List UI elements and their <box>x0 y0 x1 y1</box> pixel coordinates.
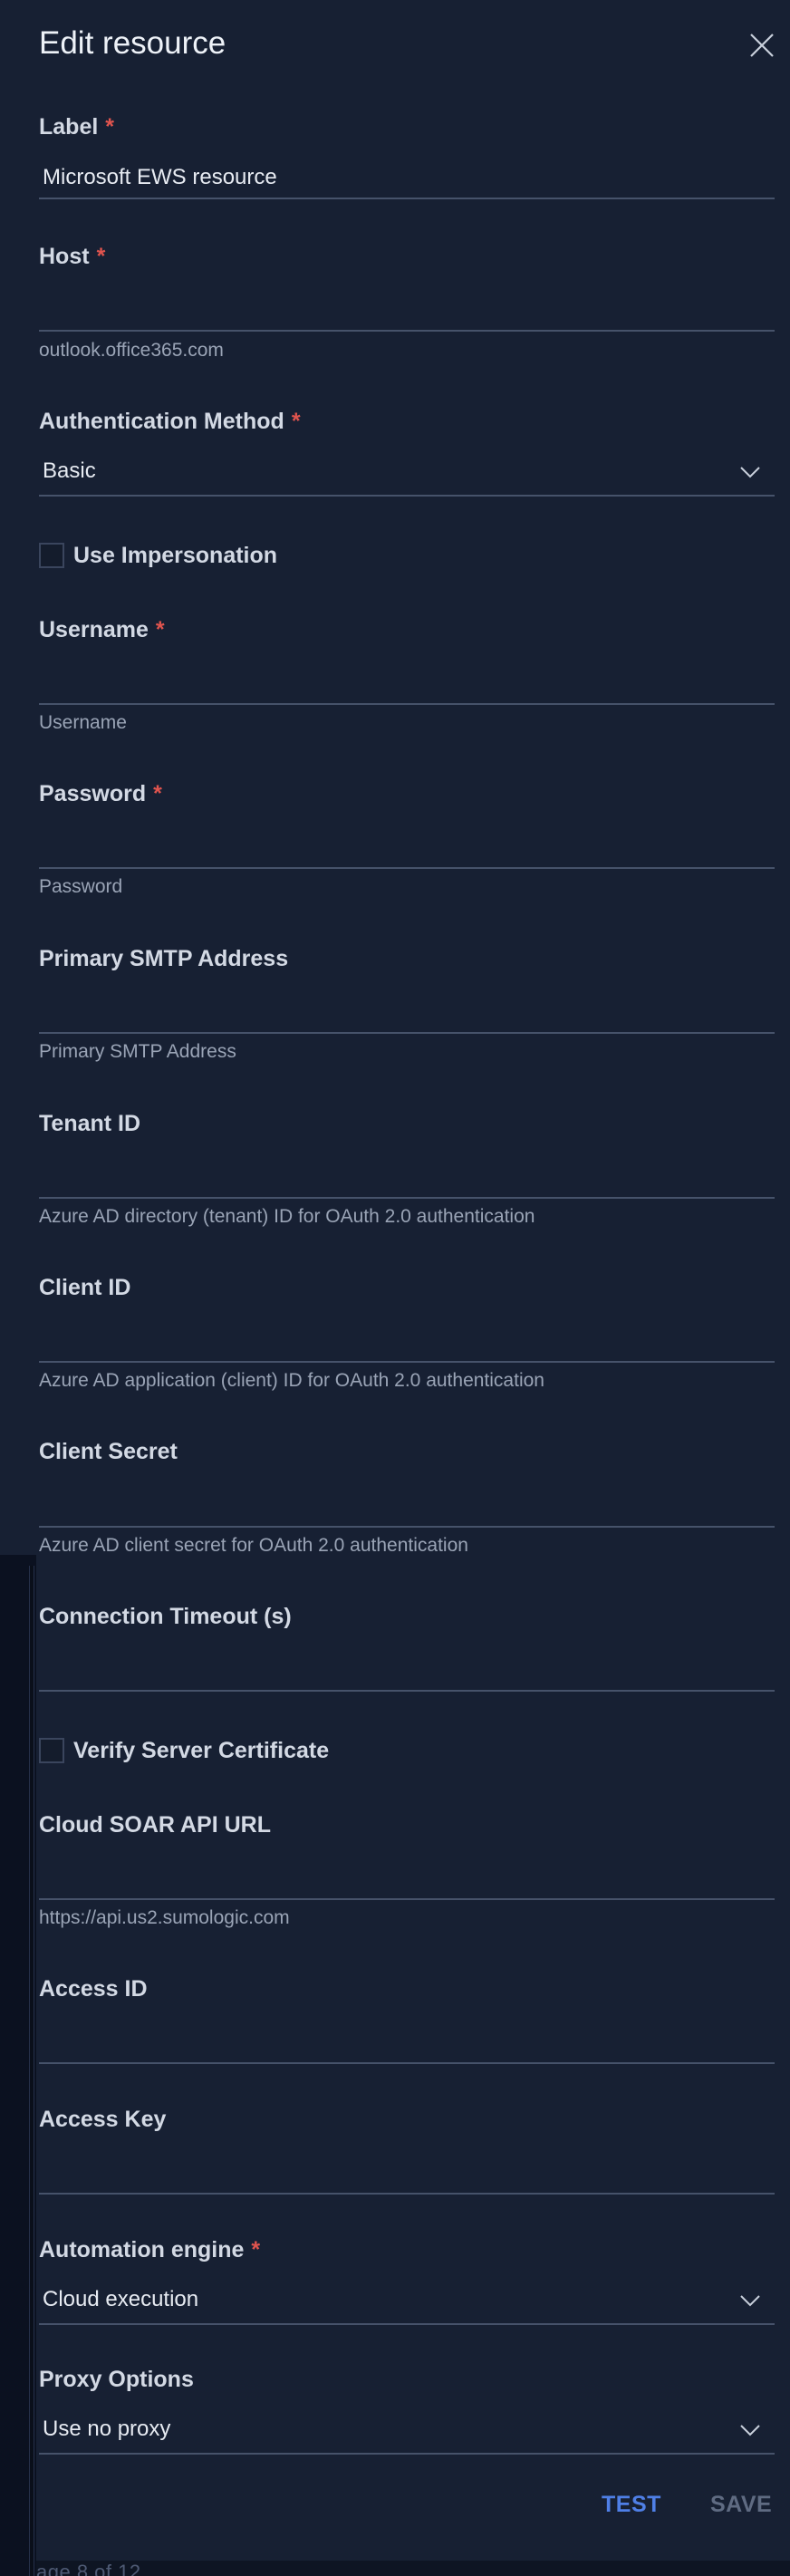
connection-timeout-field-label: Connection Timeout (s) <box>39 1604 292 1629</box>
client-id-help-text: Azure AD application (client) ID for OAu… <box>39 1370 544 1391</box>
save-button[interactable]: SAVE <box>710 2492 772 2518</box>
client-secret-field-label: Client Secret <box>39 1439 178 1464</box>
username-help-text: Username <box>39 712 127 733</box>
password-input[interactable] <box>39 827 775 869</box>
chevron-down-icon <box>740 2425 760 2436</box>
host-field-label: Host * <box>39 244 105 270</box>
proxy-options-value: Use no proxy <box>43 2417 171 2441</box>
auth-method-select[interactable]: Basic <box>39 453 775 497</box>
required-mark: * <box>251 2237 261 2262</box>
connection-timeout-input[interactable] <box>39 1650 775 1692</box>
chevron-down-icon <box>740 2295 760 2307</box>
primary-smtp-field-label: Primary SMTP Address <box>39 946 289 971</box>
test-button[interactable]: TEST <box>602 2492 661 2518</box>
username-label-text: Username <box>39 617 149 642</box>
verify-cert-label: Verify Server Certificate <box>73 1737 330 1763</box>
label-field-label: Label * <box>39 114 114 140</box>
username-input[interactable] <box>39 663 775 705</box>
proxy-options-select[interactable]: Use no proxy <box>39 2411 775 2455</box>
chevron-down-icon <box>740 467 760 478</box>
required-mark: * <box>291 409 301 434</box>
host-input[interactable] <box>39 290 775 332</box>
primary-smtp-help-text: Primary SMTP Address <box>39 1041 236 1062</box>
cloud-soar-url-input[interactable] <box>39 1858 775 1900</box>
host-field-label-text: Host <box>39 244 90 269</box>
access-key-field-label: Access Key <box>39 2107 167 2132</box>
required-mark: * <box>155 617 165 642</box>
client-secret-input[interactable] <box>39 1486 775 1528</box>
primary-smtp-input[interactable] <box>39 992 775 1034</box>
access-id-field-label: Access ID <box>39 1976 148 2002</box>
use-impersonation-checkbox-row[interactable]: Use Impersonation <box>39 541 277 570</box>
auth-method-field-label: Authentication Method * <box>39 409 301 435</box>
background-scrollbar <box>29 1566 34 2576</box>
password-help-text: Password <box>39 876 123 897</box>
auth-method-label-text: Authentication Method <box>39 409 284 434</box>
automation-engine-value: Cloud execution <box>43 2287 199 2311</box>
required-mark: * <box>96 244 106 269</box>
automation-engine-field-label: Automation engine * <box>39 2237 260 2263</box>
host-help-text: outlook.office365.com <box>39 340 224 361</box>
cloud-soar-url-field-label: Cloud SOAR API URL <box>39 1812 272 1838</box>
cloud-soar-url-help-text: https://api.us2.sumologic.com <box>39 1907 290 1928</box>
label-field-label-text: Label <box>39 114 99 140</box>
automation-engine-select[interactable]: Cloud execution <box>39 2282 775 2325</box>
required-mark: * <box>105 114 115 140</box>
required-mark: * <box>153 781 162 806</box>
tenant-id-help-text: Azure AD directory (tenant) ID for OAuth… <box>39 1206 535 1227</box>
client-secret-help-text: Azure AD client secret for OAuth 2.0 aut… <box>39 1535 468 1556</box>
automation-engine-label-text: Automation engine <box>39 2237 245 2262</box>
password-label-text: Password <box>39 781 147 806</box>
access-id-input[interactable] <box>39 2022 775 2064</box>
verify-cert-checkbox[interactable] <box>39 1738 64 1763</box>
client-id-input[interactable] <box>39 1321 775 1363</box>
access-key-input[interactable] <box>39 2153 775 2195</box>
username-field-label: Username * <box>39 617 165 643</box>
close-icon <box>750 34 774 57</box>
verify-cert-checkbox-row[interactable]: Verify Server Certificate <box>39 1736 329 1765</box>
page: age 8 of 12 Edit resource Label* Host* o… <box>0 0 790 2576</box>
dialog-title: Edit resource <box>39 25 226 61</box>
password-field-label: Password * <box>39 781 162 807</box>
label-input[interactable] <box>39 158 775 199</box>
tenant-id-field-label: Tenant ID <box>39 1111 141 1136</box>
background-pager-text: age 8 of 12 <box>36 2561 141 2576</box>
auth-method-value: Basic <box>43 458 96 483</box>
proxy-options-field-label: Proxy Options <box>39 2367 194 2392</box>
tenant-id-input[interactable] <box>39 1157 775 1199</box>
use-impersonation-label: Use Impersonation <box>73 542 278 568</box>
client-id-field-label: Client ID <box>39 1275 131 1300</box>
use-impersonation-checkbox[interactable] <box>39 543 64 568</box>
close-button[interactable] <box>747 30 777 61</box>
